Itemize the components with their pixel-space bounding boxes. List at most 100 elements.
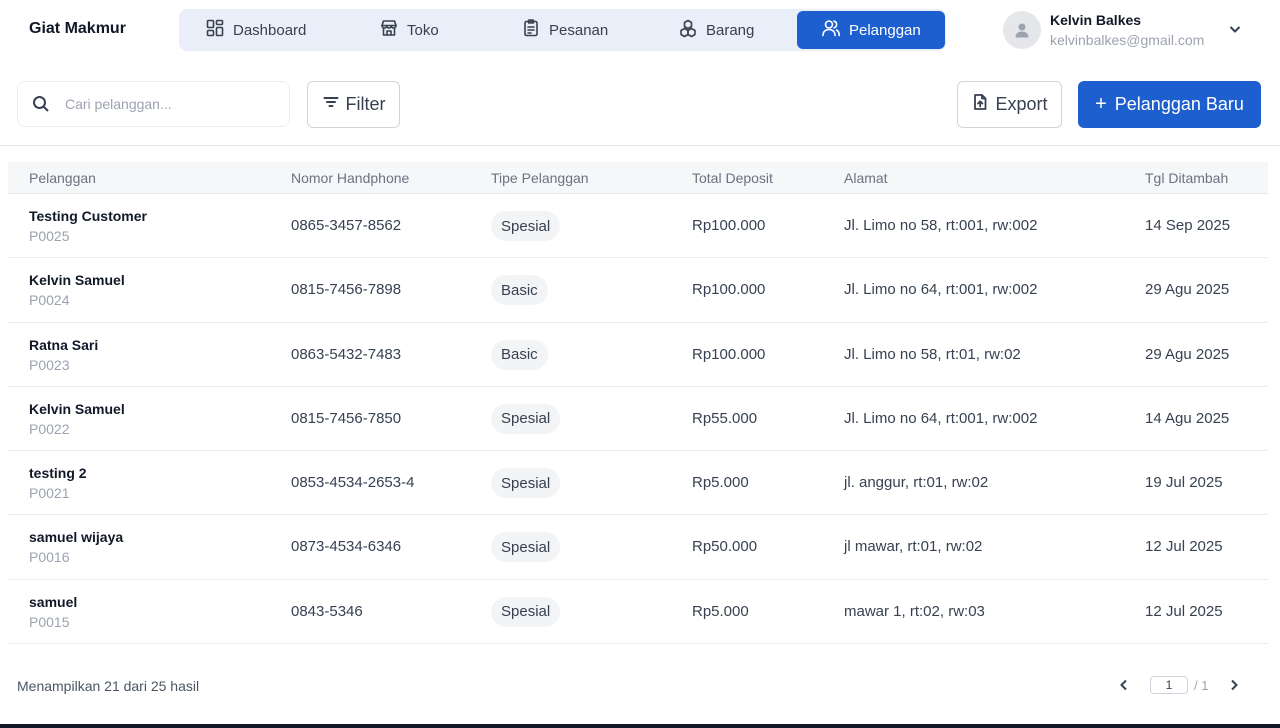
customer-type-badge: Spesial (491, 211, 561, 241)
date-added: 29 Agu 2025 (1145, 281, 1230, 299)
avatar (1003, 11, 1041, 49)
total-deposit: Rp5.000 (692, 602, 749, 620)
phone-number: 0815-7456-7850 (291, 409, 402, 427)
customer-id: P0025 (29, 228, 70, 244)
filter-button-label: Filter (345, 94, 386, 114)
nav-item-label: Pesanan (549, 21, 609, 39)
column-header[interactable]: Pelanggan (29, 170, 96, 186)
column-header[interactable]: Total Deposit (692, 170, 773, 186)
user-email: kelvinbalkes@gmail.com (1050, 32, 1205, 48)
total-deposit: Rp55.000 (692, 409, 758, 427)
address: Jl. Limo no 58, rt:001, rw:002 (844, 217, 1038, 234)
dashboard-icon (205, 18, 225, 42)
nav-item-barang[interactable]: Barang (678, 11, 754, 49)
date-added: 14 Agu 2025 (1145, 409, 1230, 427)
column-header[interactable]: Tgl Ditambah (1145, 170, 1228, 186)
total-deposit: Rp5.000 (692, 474, 749, 492)
pagination: 1 / 1 (1116, 676, 1242, 694)
phone-number: 0873-4534-6346 (291, 538, 402, 556)
table-row[interactable]: Kelvin Samuel P0024 0815-7456-7898 Basic… (8, 258, 1268, 323)
nav-item-label: Dashboard (233, 21, 307, 39)
date-added: 19 Jul 2025 (1145, 474, 1223, 492)
main-nav: Dashboard Toko Pesanan Barang Pelanggan (179, 9, 946, 51)
page-number-input[interactable]: 1 (1150, 676, 1188, 694)
table-row[interactable]: testing 2 P0021 0853-4534-2653-4 Spesial… (8, 451, 1268, 516)
address: Jl. Limo no 64, rt:001, rw:002 (844, 409, 1038, 427)
nav-item-pesanan[interactable]: Pesanan (521, 11, 608, 49)
phone-number: 0865-3457-8562 (291, 217, 402, 234)
nav-item-label: Barang (706, 21, 755, 39)
search-icon (31, 94, 51, 114)
filter-icon (322, 93, 340, 116)
customer-type-badge: Spesial (491, 403, 561, 434)
brand-name: Giat Makmur (29, 20, 126, 37)
customer-id: P0016 (29, 549, 70, 566)
address: jl. anggur, rt:01, rw:02 (844, 474, 989, 492)
customer-name: samuel wijaya (29, 529, 124, 546)
results-summary: Menampilkan 21 dari 25 hasil (17, 678, 200, 694)
file-export-icon (971, 93, 989, 116)
customer-type-badge: Spesial (491, 596, 561, 627)
nav-item-toko[interactable]: Toko (379, 11, 439, 49)
user-icon (1015, 23, 1029, 38)
boxes-icon (678, 18, 698, 42)
add-customer-button[interactable]: + Pelanggan Baru (1078, 81, 1261, 128)
total-deposit: Rp50.000 (692, 538, 758, 556)
top-navigation-bar: Giat Makmur Dashboard Toko Pesanan Baran… (0, 0, 1280, 62)
search-input[interactable] (65, 96, 265, 112)
customer-name: Kelvin Samuel (29, 272, 125, 289)
customer-name: Ratna Sari (29, 336, 99, 353)
clipboard-icon (521, 18, 541, 42)
table-row[interactable]: samuel wijaya P0016 0873-4534-6346 Spesi… (8, 515, 1268, 580)
user-name: Kelvin Balkes (1050, 12, 1142, 28)
total-deposit: Rp100.000 (692, 345, 766, 363)
store-icon (379, 18, 399, 42)
export-button-label: Export (995, 94, 1048, 114)
plus-icon: + (1095, 93, 1107, 115)
add-customer-button-label: Pelanggan Baru (1114, 94, 1244, 114)
phone-number: 0863-5432-7483 (291, 345, 402, 363)
table-row[interactable]: Kelvin Samuel P0022 0815-7456-7850 Spesi… (8, 387, 1268, 452)
table-row[interactable]: Testing Customer P0025 0865-3457-8562 Sp… (8, 194, 1268, 259)
nav-item-label: Pelanggan (849, 21, 921, 39)
nav-item-dashboard[interactable]: Dashboard (205, 11, 306, 49)
customer-name: samuel (29, 593, 78, 610)
customer-table: Pelanggan Nomor Handphone Tipe Pelanggan… (8, 162, 1268, 645)
customer-id: P0021 (29, 485, 70, 502)
date-added: 12 Jul 2025 (1145, 602, 1223, 620)
chevron-left-icon[interactable] (1116, 677, 1132, 693)
customer-name: Testing Customer (29, 208, 147, 224)
customer-type-badge: Basic (491, 275, 548, 306)
address: mawar 1, rt:02, rw:03 (844, 602, 985, 620)
address: Jl. Limo no 58, rt:01, rw:02 (844, 345, 1021, 363)
phone-number: 0843-5346 (291, 602, 363, 620)
search-box (17, 81, 290, 127)
filter-button[interactable]: Filter (307, 81, 400, 128)
table-row[interactable]: Ratna Sari P0023 0863-5432-7483 Basic Rp… (8, 323, 1268, 387)
table-row[interactable]: samuel P0015 0843-5346 Spesial Rp5.000 m… (8, 580, 1268, 645)
customer-type-badge: Spesial (491, 468, 561, 499)
date-added: 14 Sep 2025 (1145, 217, 1231, 234)
column-header[interactable]: Tipe Pelanggan (491, 170, 589, 186)
customer-id: P0023 (29, 356, 70, 373)
chevron-right-icon[interactable] (1226, 677, 1242, 693)
date-added: 12 Jul 2025 (1145, 538, 1223, 556)
customer-type-badge: Basic (491, 339, 548, 370)
table-header: Pelanggan Nomor Handphone Tipe Pelanggan… (8, 162, 1268, 194)
phone-number: 0853-4534-2653-4 (291, 474, 415, 492)
address: Jl. Limo no 64, rt:001, rw:002 (844, 281, 1038, 299)
chevron-down-icon[interactable] (1228, 22, 1242, 36)
user-menu[interactable]: Kelvin Balkes kelvinbalkes@gmail.com (1003, 10, 1241, 50)
column-header[interactable]: Nomor Handphone (291, 170, 409, 186)
nav-item-pelanggan[interactable]: Pelanggan (797, 11, 945, 49)
users-icon (821, 18, 841, 42)
customer-name: Kelvin Samuel (29, 400, 125, 417)
customer-id: P0022 (29, 420, 70, 437)
window-bottom-border (0, 724, 1280, 728)
column-header[interactable]: Alamat (844, 170, 888, 186)
customer-type-badge: Spesial (491, 532, 561, 563)
export-button[interactable]: Export (957, 81, 1062, 128)
customer-id: P0015 (29, 613, 70, 630)
customer-id: P0024 (29, 292, 70, 309)
total-deposit: Rp100.000 (692, 281, 766, 299)
